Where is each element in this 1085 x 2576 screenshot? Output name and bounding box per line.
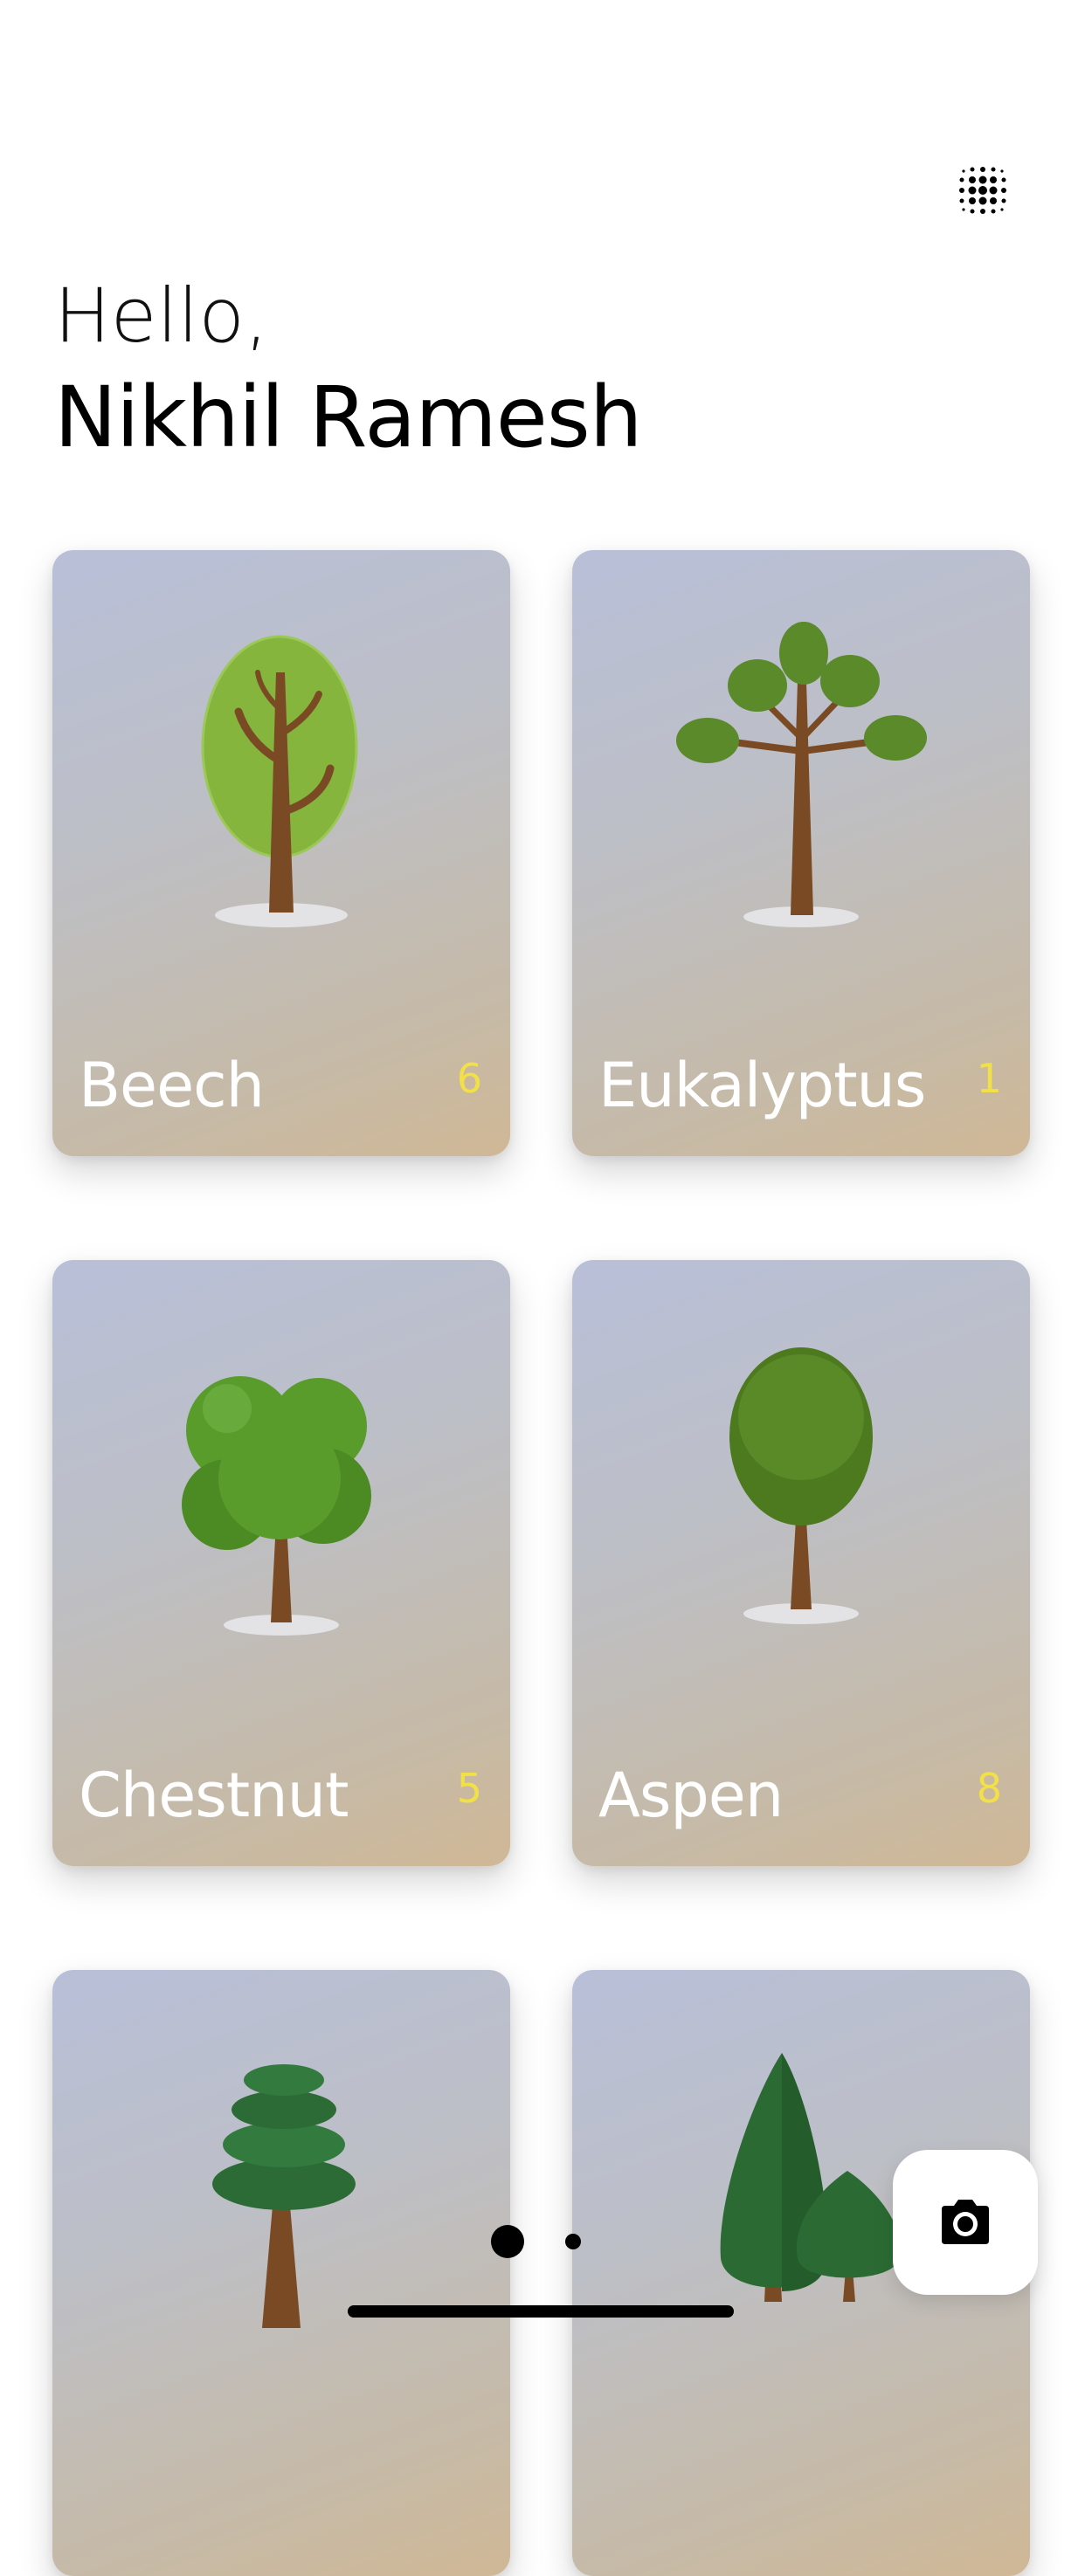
card-count: 1	[976, 1055, 1002, 1102]
card-count: 6	[456, 1055, 482, 1102]
card-label: Beech	[79, 1050, 265, 1121]
camera-icon	[942, 2200, 989, 2244]
menu-button[interactable]	[948, 155, 1018, 225]
page-indicator-active[interactable]	[491, 2225, 524, 2258]
camera-button[interactable]	[893, 2150, 1038, 2295]
card-count: 5	[456, 1765, 482, 1812]
greeting-text: Hello,	[54, 272, 269, 360]
tree-card-5[interactable]	[52, 1970, 510, 2576]
tree-card-chestnut[interactable]: Chestnut 5	[52, 1260, 510, 1866]
dots-grid-icon	[959, 167, 1006, 214]
tree-card-beech[interactable]: Beech 6	[52, 550, 510, 1156]
tree-card-aspen[interactable]: Aspen 8	[572, 1260, 1030, 1866]
card-label: Chestnut	[79, 1760, 349, 1831]
pine-tree-icon	[212, 2064, 356, 2328]
tree-card-eukalyptus[interactable]: Eukalyptus 1	[572, 550, 1030, 1156]
card-count: 8	[976, 1765, 1002, 1812]
page-indicator[interactable]	[565, 2234, 581, 2249]
card-label: Aspen	[598, 1760, 784, 1831]
user-name: Nikhil Ramesh	[54, 368, 643, 466]
card-label: Eukalyptus	[598, 1050, 926, 1121]
home-indicator	[348, 2305, 734, 2318]
